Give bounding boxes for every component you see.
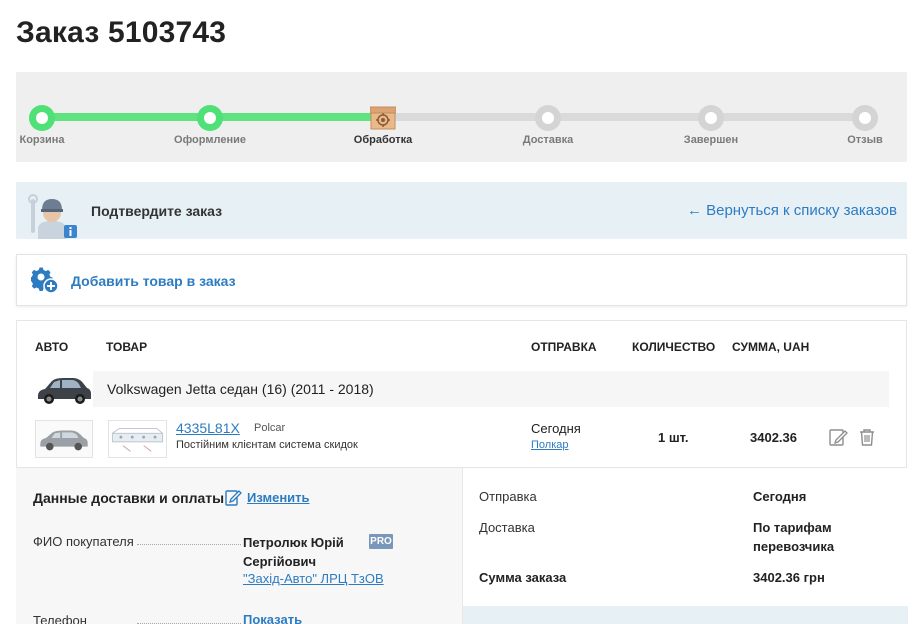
step-label: Обработка [353, 134, 413, 146]
step-label: Оформление [174, 134, 246, 146]
edit-icon[interactable] [225, 488, 242, 506]
order-progress: Корзина Оформление Обработка Доставка За… [16, 72, 907, 162]
order-items-table: АВТО ТОВАР ОТПРАВКА КОЛИЧЕСТВО СУММА, UA… [16, 320, 907, 468]
confirm-message: Подтвердите заказ [91, 203, 223, 219]
vehicle-row: Volkswagen Jetta седан (16) (2011 - 2018… [93, 371, 889, 407]
item-sum: 3402.36 [750, 430, 797, 445]
confirm-order-banner: Подтвердите заказ ← Вернуться к списку з… [16, 182, 907, 239]
step-label: Доставка [522, 134, 574, 146]
column-header-quantity: КОЛИЧЕСТВО [632, 340, 716, 354]
progress-step-review: Отзыв [805, 72, 916, 162]
trash-icon[interactable] [858, 427, 876, 447]
delivery-payment-panel: Данные доставки и оплаты Изменить ФИО по… [16, 468, 462, 624]
progress-step-processing: Обработка [323, 72, 443, 162]
delivery-label: Доставка [479, 520, 535, 535]
progress-step-checkout: Оформление [150, 72, 270, 162]
edit-delivery-link[interactable]: Изменить [247, 490, 310, 505]
step-label: Отзыв [847, 134, 883, 146]
add-product-card[interactable]: Добавить товар в заказ [16, 254, 907, 306]
total-value: 3402.36 грн [753, 570, 825, 585]
item-part-image[interactable] [108, 420, 167, 458]
supplier-link[interactable]: Полкар [531, 439, 569, 451]
order-summary-panel: Отправка Сегодня Доставка По тарифам пер… [462, 468, 908, 624]
item-car-image [35, 420, 93, 458]
mechanic-avatar-icon [28, 194, 77, 239]
delivery-value: По тарифам перевозчика [753, 520, 835, 554]
column-header-shipping: ОТПРАВКА [531, 340, 597, 354]
add-product-label[interactable]: Добавить товар в заказ [71, 273, 236, 289]
delivery-section-title: Данные доставки и оплаты [33, 490, 225, 506]
progress-step-complete: Завершен [651, 72, 771, 162]
summary-footer-strip [463, 606, 908, 624]
package-icon [370, 106, 396, 130]
progress-track-remaining [384, 113, 866, 121]
shipping-date: Сегодня [531, 421, 581, 436]
gear-add-icon [31, 267, 59, 294]
step-done-icon [197, 105, 223, 131]
shipping-label: Отправка [479, 489, 537, 504]
back-to-orders-link[interactable]: ← Вернуться к списку заказов [687, 202, 897, 219]
pro-badge: PRO [369, 534, 393, 549]
step-pending-icon [852, 105, 878, 131]
leader-dots [137, 544, 241, 545]
edit-icon[interactable] [828, 427, 848, 447]
shipping-value: Сегодня [753, 489, 807, 504]
page-title: Заказ 5103743 [16, 16, 227, 49]
part-description: Постійним клієнтам система скидок [176, 439, 358, 451]
part-code-link[interactable]: 4335L81X [176, 420, 240, 436]
column-header-sum: СУММА, UAH [732, 340, 810, 354]
step-done-icon [29, 105, 55, 131]
show-phone-link[interactable]: Показать [243, 612, 302, 624]
step-pending-icon [535, 105, 561, 131]
car-thumbnail [38, 378, 91, 404]
total-label: Сумма заказа [479, 570, 567, 585]
item-quantity: 1 шт. [658, 430, 689, 445]
phone-label: Телефон [33, 613, 87, 624]
column-header-product: ТОВАР [106, 340, 148, 354]
part-brand: Polcar [254, 422, 286, 434]
progress-step-delivery: Доставка [488, 72, 608, 162]
progress-step-cart: Корзина [0, 72, 102, 162]
step-pending-icon [698, 105, 724, 131]
step-label: Завершен [683, 134, 739, 146]
step-label: Корзина [19, 134, 65, 146]
buyer-label: ФИО покупателя [33, 534, 134, 549]
vehicle-name: Volkswagen Jetta седан (16) (2011 - 2018… [107, 381, 374, 397]
buyer-company-link[interactable]: "Захід-Авто" ЛРЦ ТзОВ [243, 571, 384, 586]
buyer-name: Петролюк Юрій Сергійович [243, 535, 344, 569]
column-header-auto: АВТО [35, 340, 69, 354]
